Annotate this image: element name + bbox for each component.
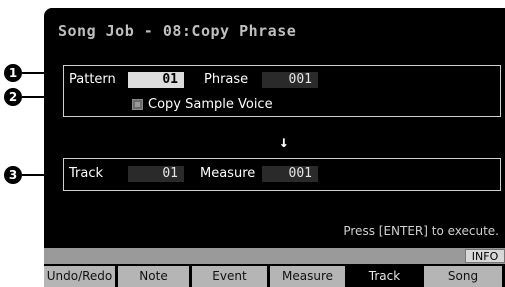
tab-track[interactable]: Track	[348, 266, 424, 287]
copy-sample-voice-label: Copy Sample Voice	[148, 97, 273, 112]
callout-2: 2	[4, 88, 22, 106]
track-label: Track	[69, 166, 104, 181]
copy-sample-voice-checkbox[interactable]	[132, 99, 143, 110]
measure-label: Measure	[200, 166, 256, 181]
tab-undo-redo[interactable]: Undo/Redo	[44, 266, 118, 287]
callout-3: 3	[4, 166, 22, 184]
measure-field[interactable]: 001	[262, 166, 318, 182]
tab-measure[interactable]: Measure	[270, 266, 348, 287]
info-bar	[44, 248, 505, 264]
arrow-down-icon: ↓	[279, 132, 289, 151]
track-field[interactable]: 01	[128, 166, 184, 182]
tab-event[interactable]: Event	[192, 266, 270, 287]
pattern-label: Pattern	[69, 72, 116, 87]
phrase-field[interactable]: 001	[262, 72, 318, 88]
lcd-screen: Song Job - 08:Copy Phrase Pattern 01 Phr…	[44, 8, 505, 287]
tab-song[interactable]: Song	[424, 266, 505, 287]
tab-bar: Undo/Redo Note Event Measure Track Song	[44, 266, 505, 287]
enter-hint: Press [ENTER] to execute.	[343, 224, 499, 238]
phrase-label: Phrase	[204, 72, 249, 87]
callout-1: 1	[4, 64, 22, 82]
tab-note[interactable]: Note	[118, 266, 192, 287]
info-button[interactable]: INFO	[465, 249, 505, 263]
page-title: Song Job - 08:Copy Phrase	[58, 22, 297, 40]
pattern-field[interactable]: 01	[128, 72, 184, 88]
